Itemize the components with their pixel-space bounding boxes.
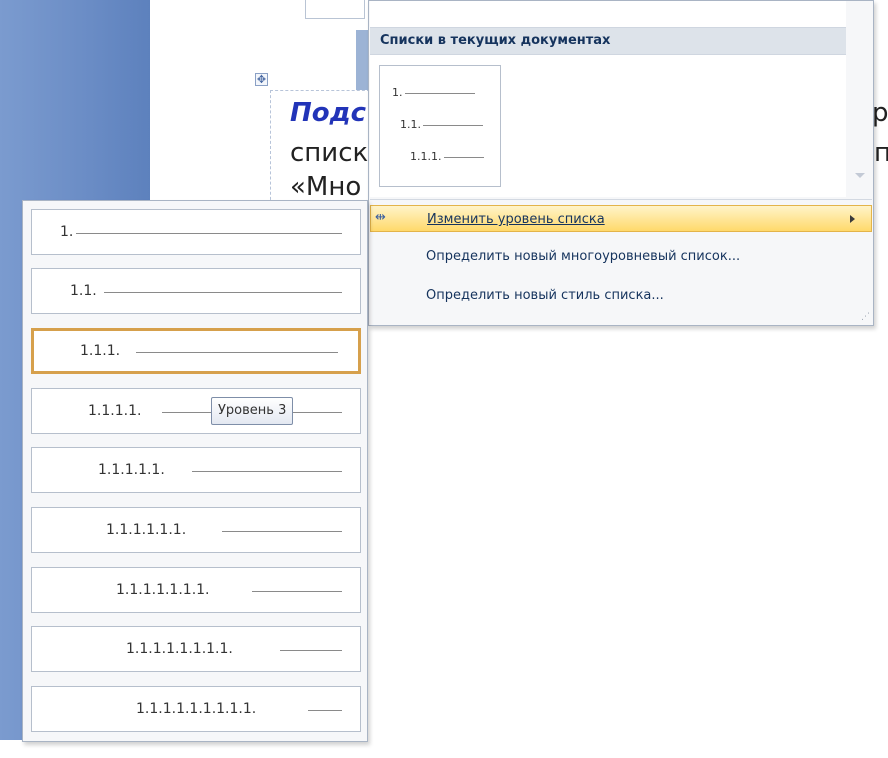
thumb-line: [423, 124, 483, 126]
submenu-arrow-icon: [850, 215, 855, 223]
list-style-thumbnail[interactable]: 1. 1.1. 1.1.1.: [379, 65, 501, 187]
list-level-option-4[interactable]: 1.1.1.1.: [31, 388, 361, 434]
scroll-down-icon[interactable]: [855, 173, 865, 178]
document-heading: Подс: [290, 98, 367, 128]
list-level-option-2[interactable]: 1.1.: [31, 268, 361, 314]
selection-highlight: [356, 30, 368, 90]
level-label: 1.1.1.1.1.1.1.1.1.: [136, 701, 257, 717]
list-level-option-8[interactable]: 1.1.1.1.1.1.1.1.: [31, 626, 361, 672]
menu-item-change-list-level[interactable]: ⇹ Изменить уровень списка: [370, 205, 872, 232]
level-line: [222, 531, 342, 532]
level-line: [76, 233, 342, 234]
list-level-option-5[interactable]: 1.1.1.1.1.: [31, 447, 361, 493]
bottom-strip: [0, 740, 150, 758]
change-level-icon: ⇹: [375, 210, 386, 225]
level-label: 1.1.1.1.1.: [98, 462, 165, 478]
level-label: 1.: [60, 224, 74, 240]
thumb-level-label: 1.: [392, 86, 403, 99]
level-line: [104, 292, 342, 293]
list-level-option-6[interactable]: 1.1.1.1.1.1.: [31, 507, 361, 553]
level-line: [280, 650, 342, 651]
list-level-option-1[interactable]: 1.: [31, 209, 361, 255]
level-line: [308, 710, 342, 711]
table-border-top: [270, 90, 370, 91]
thumb-line: [443, 156, 484, 158]
section-header: Списки в текущих документах: [370, 27, 846, 55]
menu-item-label: Определить новый многоуровневый список..…: [426, 249, 741, 264]
list-level-option-9[interactable]: 1.1.1.1.1.1.1.1.1.: [31, 686, 361, 732]
level-label: 1.1.1.1.1.1.: [106, 522, 187, 538]
resize-grip-icon[interactable]: ⋰: [861, 312, 870, 322]
document-text-line: списк: [290, 138, 369, 168]
list-level-option-7[interactable]: 1.1.1.1.1.1.1.: [31, 567, 361, 613]
level-line: [252, 591, 342, 592]
menu-item-define-new-list-style[interactable]: Определить новый стиль списка...: [370, 282, 872, 309]
level-label: 1.1.1.1.1.1.1.1.: [126, 641, 233, 657]
thumb-level-label: 1.1.: [400, 118, 421, 131]
level-label: 1.1.1.1.: [88, 403, 142, 419]
table-border-left: [270, 90, 271, 210]
document-text-right: ро: [872, 98, 888, 128]
list-level-option-3[interactable]: 1.1.1.: [31, 328, 361, 374]
multilevel-list-dropdown: Списки в текущих документах 1. 1.1. 1.1.…: [368, 0, 874, 326]
document-text-right: п: [874, 138, 888, 168]
thumb-level-label: 1.1.1.: [410, 150, 442, 163]
menu-separator: [370, 199, 872, 200]
ribbon-button-fragment: [305, 0, 365, 19]
table-move-handle-icon[interactable]: ✥: [255, 73, 268, 86]
level-label: 1.1.: [70, 283, 97, 299]
level-label: 1.1.1.: [80, 343, 121, 359]
list-level-submenu: 1. 1.1. 1.1.1. 1.1.1.1. 1.1.1.1.1. 1.1.1…: [22, 200, 368, 742]
level-line: [192, 471, 342, 472]
document-text-line: «Мно: [290, 172, 362, 202]
thumb-line: [404, 92, 475, 94]
level-line: [136, 352, 338, 353]
menu-item-label: Изменить уровень списка: [427, 212, 605, 227]
level-label: 1.1.1.1.1.1.1.: [116, 582, 210, 598]
level-tooltip: Уровень 3: [211, 397, 294, 425]
menu-item-label: Определить новый стиль списка...: [426, 288, 664, 303]
gallery-scrollbar[interactable]: [847, 1, 873, 197]
menu-item-define-new-multilevel-list[interactable]: Определить новый многоуровневый список..…: [370, 243, 872, 270]
